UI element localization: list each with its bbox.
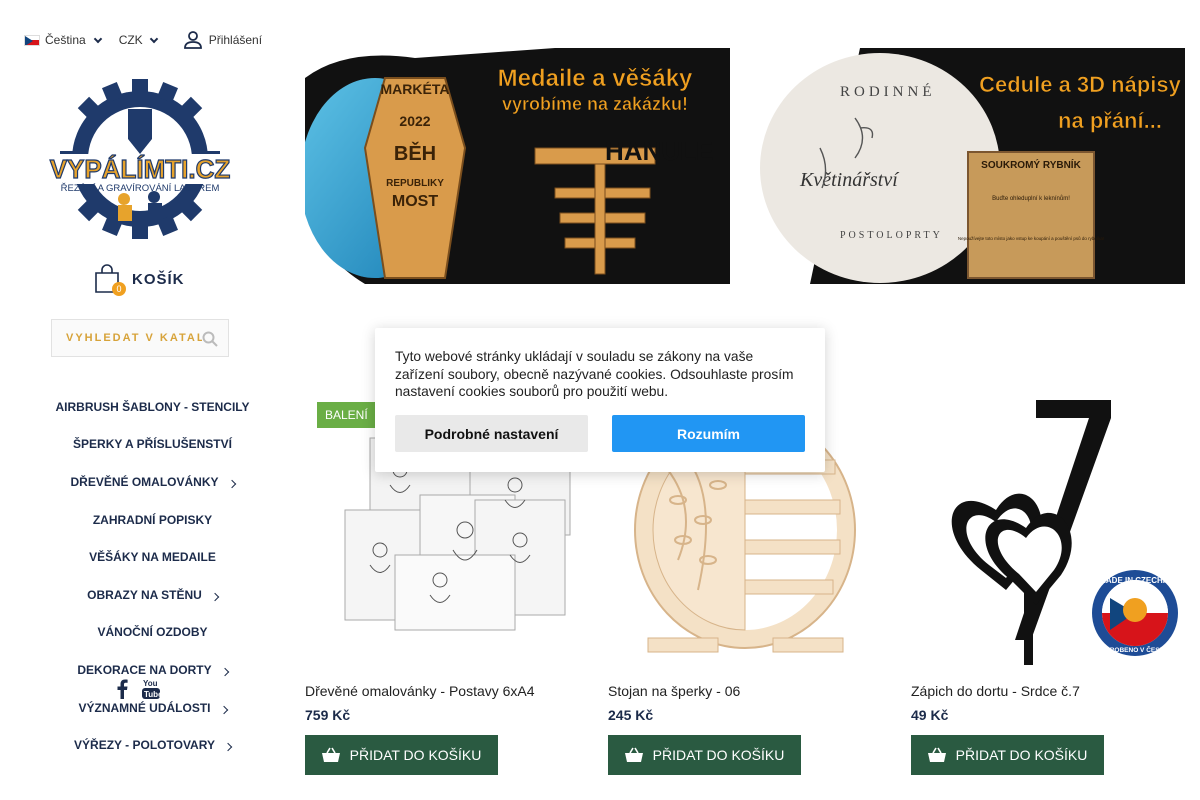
nav-item-label: ZAHRADNÍ POPISKY (92, 512, 213, 527)
product-badge: BALENÍ (317, 402, 376, 428)
svg-text:BĚH: BĚH (394, 141, 436, 165)
svg-text:na přání...: na přání... (1058, 108, 1162, 133)
cart-link[interactable]: 0 KOŠÍK (94, 264, 185, 296)
product-price: 759 Kč (305, 707, 351, 723)
nav-item-label: AIRBRUSH ŠABLONY - STENCILY (55, 399, 250, 414)
svg-text:You: You (143, 679, 158, 688)
basket-icon (624, 747, 643, 762)
nav-item-label: ŠPERKY A PŘÍSLUŠENSTVÍ (73, 437, 232, 452)
nav-item-airbrush[interactable]: AIRBRUSH ŠABLONY - STENCILY (40, 388, 265, 426)
czech-flag-icon (24, 34, 40, 46)
svg-text:Tube: Tube (144, 690, 160, 699)
logo-graphic: VYPÁLÍMTI.CZ ŘEZÁNÍ A GRAVÍROVÁNÍ LASERE… (40, 79, 240, 239)
svg-text:SOUKROMÝ RYBNÍK: SOUKROMÝ RYBNÍK (981, 158, 1081, 171)
login-link[interactable]: Přihlášení (183, 30, 262, 50)
category-nav: AIRBRUSH ŠABLONY - STENCILY ŠPERKY A PŘÍ… (40, 388, 265, 764)
nav-item-cutouts[interactable]: VÝŘEZY - POLOTOVARY (40, 726, 265, 764)
promo-banner-medals[interactable]: MARKÉTA 2022 BĚH REPUBLIKY MOST HANULE M… (305, 48, 730, 284)
banner-signs-graphic: RODINNÉ Květinářství POSTOLOPRTY SOUKROM… (760, 48, 1185, 284)
chevron-down-icon (149, 34, 158, 43)
nav-item-medal-hangers[interactable]: VĚŠÁKY NA MEDAILE (40, 538, 265, 576)
chevron-right-icon (210, 592, 220, 602)
nav-item-wall-art[interactable]: OBRAZY NA STĚNU (40, 576, 265, 614)
nav-item-christmas[interactable]: VÁNOČNÍ OZDOBY (40, 614, 265, 652)
cart-count-badge: 0 (112, 282, 126, 296)
svg-text:Buďte ohleduplní k leknínům!: Buďte ohleduplní k leknínům! (992, 195, 1070, 202)
cookie-text: Tyto webové stránky ukládají v souladu s… (395, 349, 794, 399)
svg-text:vyrobíme na zakázku!: vyrobíme na zakázku! (502, 94, 688, 114)
product-price: 49 Kč (911, 707, 949, 723)
svg-text:MOST: MOST (392, 193, 438, 210)
add-to-cart-button[interactable]: PŘIDAT DO KOŠÍKU (911, 735, 1104, 775)
cookie-accept-button[interactable]: Rozumím (612, 415, 805, 452)
svg-text:REPUBLIKY: REPUBLIKY (386, 178, 444, 189)
cookie-consent-dialog: Tyto webové stránky ukládají v souladu s… (375, 328, 825, 472)
language-selector[interactable]: Čeština (24, 33, 102, 47)
shopping-bag-icon: 0 (94, 264, 126, 296)
chevron-right-icon (227, 479, 236, 489)
add-to-cart-button[interactable]: PŘIDAT DO KOŠÍKU (305, 735, 498, 775)
nav-item-jewelry[interactable]: ŠPERKY A PŘÍSLUŠENSTVÍ (40, 426, 265, 464)
svg-text:Medaile a věšáky: Medaile a věšáky (498, 65, 693, 92)
currency-label: CZK (118, 33, 143, 47)
chevron-right-icon (219, 705, 228, 714)
nav-item-label: VÝZNAMNÉ UDÁLOSTI (78, 700, 211, 715)
add-to-cart-label: PŘIDAT DO KOŠÍKU (349, 747, 482, 763)
nav-item-garden-labels[interactable]: ZAHRADNÍ POPISKY (40, 501, 265, 539)
made-in-czechia-graphic: MADE IN CZECHIA VYROBENO V ČESKU (1092, 570, 1178, 656)
nav-item-label: VĚŠÁKY NA MEDAILE (89, 550, 216, 565)
login-label: Přihlášení (208, 33, 263, 47)
user-icon (183, 31, 202, 49)
svg-text:MADE IN CZECHIA: MADE IN CZECHIA (1099, 576, 1171, 585)
facebook-icon[interactable] (116, 679, 128, 699)
svg-text:Květinářství: Květinářství (799, 169, 900, 191)
social-links: You Tube (116, 678, 160, 700)
add-to-cart-button[interactable]: PŘIDAT DO KOŠÍKU (608, 735, 801, 775)
currency-selector[interactable]: CZK (118, 33, 158, 47)
product-name[interactable]: Zápich do dortu - Srdce č.7 (911, 683, 1186, 699)
chevron-right-icon (223, 742, 233, 752)
nav-item-coloring[interactable]: DŘEVĚNÉ OMALOVÁNKY (40, 463, 265, 501)
language-label: Čeština (45, 33, 86, 47)
cookie-settings-button[interactable]: Podrobné nastavení (395, 415, 588, 452)
svg-text:MARKÉTA: MARKÉTA (381, 81, 450, 97)
youtube-icon[interactable]: You Tube (142, 678, 160, 700)
search-box (51, 319, 229, 357)
nav-item-label: VÝŘEZY - POLOTOVARY (74, 738, 215, 753)
add-to-cart-label: PŘIDAT DO KOŠÍKU (652, 747, 785, 763)
nav-item-label: DŘEVĚNÉ OMALOVÁNKY (70, 474, 219, 489)
svg-text:Cedule a 3D nápisy: Cedule a 3D nápisy (979, 72, 1182, 97)
cart-label: KOŠÍK (132, 270, 185, 288)
svg-text:HANULE: HANULE (605, 136, 713, 166)
product-name[interactable]: Stojan na šperky - 06 (608, 683, 883, 699)
add-to-cart-label: PŘIDAT DO KOŠÍKU (955, 747, 1088, 763)
product-name[interactable]: Dřevěné omalovánky - Postavy 6xA4 (305, 683, 580, 699)
svg-text:Nepoužívejte toto místo jako v: Nepoužívejte toto místo jako vstup ke ko… (958, 235, 1104, 241)
top-bar: Čeština CZK Přihlášení (24, 28, 262, 52)
nav-item-label: VÁNOČNÍ OZDOBY (97, 625, 208, 640)
chevron-down-icon (93, 34, 102, 43)
basket-icon (927, 747, 946, 762)
svg-text:VYPÁLÍMTI.CZ: VYPÁLÍMTI.CZ (50, 154, 231, 184)
svg-text:POSTOLOPRTY: POSTOLOPRTY (840, 230, 943, 241)
svg-text:RODINNÉ: RODINNÉ (840, 83, 936, 100)
promo-banner-signs[interactable]: RODINNÉ Květinářství POSTOLOPRTY SOUKROM… (760, 48, 1185, 284)
cookie-buttons: Podrobné nastavení Rozumím (395, 415, 805, 452)
svg-text:ŘEZÁNÍ A GRAVÍROVÁNÍ LASEREM: ŘEZÁNÍ A GRAVÍROVÁNÍ LASEREM (61, 183, 220, 194)
search-icon[interactable] (202, 331, 218, 347)
basket-icon (321, 747, 340, 762)
svg-text:VYROBENO V ČESKU: VYROBENO V ČESKU (1101, 645, 1169, 654)
nav-item-label: DEKORACE NA DORTY (77, 662, 212, 677)
nav-item-label: OBRAZY NA STĚNU (87, 587, 202, 602)
chevron-right-icon (220, 667, 229, 677)
search-input[interactable] (52, 332, 202, 344)
svg-text:2022: 2022 (399, 113, 430, 129)
banner-medals-graphic: MARKÉTA 2022 BĚH REPUBLIKY MOST HANULE M… (305, 48, 730, 284)
site-logo[interactable]: VYPÁLÍMTI.CZ ŘEZÁNÍ A GRAVÍROVÁNÍ LASERE… (40, 78, 240, 240)
product-price: 245 Kč (608, 707, 654, 723)
made-in-czechia-badge[interactable]: MADE IN CZECHIA VYROBENO V ČESKU (1090, 568, 1180, 658)
